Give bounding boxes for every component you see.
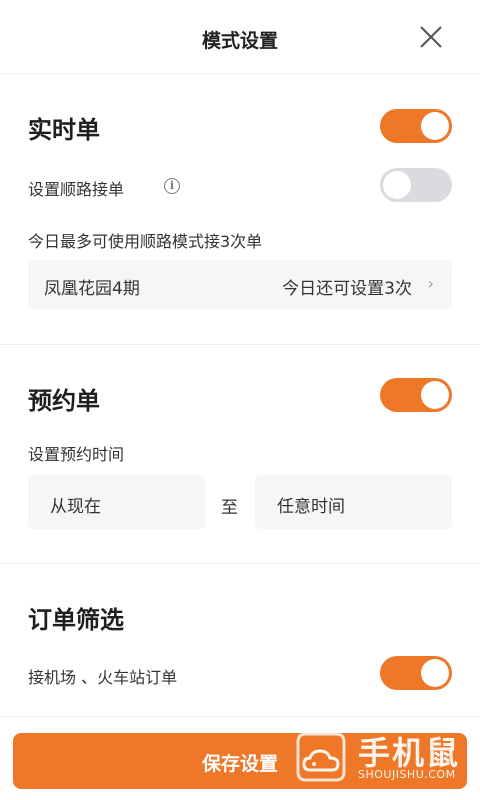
reserve-title: 预约单 xyxy=(28,387,100,415)
realtime-toggle[interactable] xyxy=(380,109,452,143)
reserve-toggle[interactable] xyxy=(380,378,452,412)
to-time-field[interactable]: 任意时间 xyxy=(255,475,452,529)
close-icon xyxy=(420,26,442,48)
airport-label: 接机场 、火车站订单 xyxy=(28,668,178,687)
realtime-section: 实时单 设置顺路接单 i 今日最多可使用顺路模式接3次单 凤凰花园4期 今日还可… xyxy=(0,74,480,344)
mouse-logo-icon xyxy=(296,732,346,782)
from-time-field[interactable]: 从现在 xyxy=(28,475,205,529)
info-icon[interactable]: i xyxy=(164,178,180,194)
to-separator: 至 xyxy=(221,498,238,518)
close-button[interactable] xyxy=(414,20,448,54)
from-time-value: 从现在 xyxy=(50,497,101,517)
page-title: 模式设置 xyxy=(201,30,278,52)
footer-divider xyxy=(0,716,480,717)
location-name: 凤凰花园4期 xyxy=(44,279,140,299)
watermark-domain: SHOUJISHU.COM xyxy=(358,768,456,781)
modal-header: 模式设置 xyxy=(0,0,480,74)
remaining-count: 今日还可设置3次 xyxy=(282,279,412,299)
route-label: 设置顺路接单 xyxy=(28,180,125,199)
airport-toggle[interactable] xyxy=(380,656,452,690)
toggle-knob xyxy=(421,112,449,140)
watermark-logo: 手机鼠 SHOUJISHU.COM xyxy=(292,726,472,788)
location-row[interactable]: 凤凰花园4期 今日还可设置3次 › xyxy=(28,260,452,310)
toggle-knob xyxy=(383,171,411,199)
filter-title: 订单筛选 xyxy=(28,606,124,634)
chevron-right-icon: › xyxy=(427,274,434,293)
limit-text: 今日最多可使用顺路模式接3次单 xyxy=(28,232,263,251)
reserve-time-label: 设置预约时间 xyxy=(28,445,125,464)
realtime-title: 实时单 xyxy=(28,116,100,144)
filter-section: 订单筛选 接机场 、火车站订单 xyxy=(0,564,480,714)
toggle-knob xyxy=(421,381,449,409)
to-time-value: 任意时间 xyxy=(277,497,345,517)
route-toggle[interactable] xyxy=(380,168,452,202)
toggle-knob xyxy=(421,659,449,687)
reserve-section: 预约单 设置预约时间 从现在 至 任意时间 xyxy=(0,345,480,565)
